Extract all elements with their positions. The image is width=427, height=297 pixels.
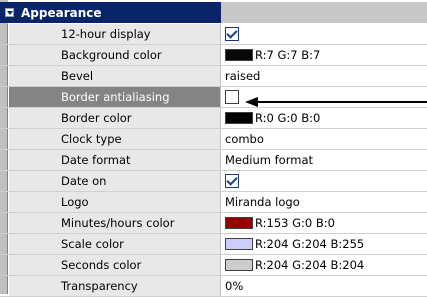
color-swatch[interactable] [225,259,253,271]
property-value-cell[interactable]: R:204 G:204 B:204 [221,255,427,275]
property-name-label: Clock type [61,132,122,146]
property-value-cell[interactable]: combo [221,129,427,149]
property-value-text: Medium format [225,153,314,167]
color-value-text: R:7 G:7 B:7 [255,48,321,62]
property-row-logo[interactable]: Logo Miranda logo [0,192,427,213]
property-row-clock-type[interactable]: Clock type combo [0,129,427,150]
unchecked-checkbox[interactable] [225,90,239,104]
property-name-label: Border color [61,111,132,125]
property-row-minutes-hours-color[interactable]: Minutes/hours color R:153 G:0 B:0 [0,213,427,234]
property-row-12-hour-display[interactable]: 12-hour display [0,24,427,45]
left-arrow-pointer-icon [245,97,427,107]
property-name-cell[interactable]: Border color [9,108,221,128]
property-row-date-format[interactable]: Date format Medium format [0,150,427,171]
property-value-cell[interactable] [221,171,427,191]
property-row-bevel[interactable]: Bevel raised [0,66,427,87]
property-name-cell[interactable]: Bevel [9,66,221,86]
property-name-label: Date format [61,153,131,167]
property-row-border-color[interactable]: Border color R:0 G:0 B:0 [0,108,427,129]
property-name-label: Scale color [61,237,124,251]
property-row-scale-color[interactable]: Scale color R:204 G:204 B:255 [0,234,427,255]
property-name-cell[interactable]: Minutes/hours color [9,213,221,233]
group-title: Appearance [21,5,102,20]
property-name-cell[interactable]: 12-hour display [9,24,221,44]
property-value-cell[interactable]: raised [221,66,427,86]
checked-checkbox[interactable] [225,27,239,41]
property-name-label: Transparency [61,279,138,293]
property-name-cell[interactable]: Logo [9,192,221,212]
property-value-cell[interactable]: R:7 G:7 B:7 [221,45,427,65]
collapse-toggle-icon[interactable] [5,8,14,17]
property-name-label: Minutes/hours color [61,216,175,230]
property-value-text: combo [225,132,264,146]
property-name-cell[interactable]: Date on [9,171,221,191]
property-name-label: Date on [61,174,107,188]
property-name-cell[interactable]: Scale color [9,234,221,254]
group-header-label-cell[interactable]: Appearance [0,2,221,23]
color-value-text: R:153 G:0 B:0 [255,216,335,230]
group-header-value-cell [221,2,427,23]
color-swatch[interactable] [225,217,253,229]
property-name-label: Seconds color [61,258,142,272]
color-value-text: R:204 G:204 B:255 [255,237,365,251]
group-header-appearance[interactable]: Appearance [0,2,427,23]
property-row-date-on[interactable]: Date on [0,171,427,192]
property-grid: Appearance 12-hour display Background col… [0,0,427,297]
property-name-cell[interactable]: Border antialiasing [9,87,221,107]
color-value-text: R:204 G:204 B:204 [255,258,365,272]
property-row-seconds-color[interactable]: Seconds color R:204 G:204 B:204 [0,255,427,276]
property-value-cell[interactable]: R:204 G:204 B:255 [221,234,427,254]
color-swatch[interactable] [225,112,253,124]
property-name-label: Logo [61,195,89,209]
property-name-label: Border antialiasing [61,90,170,104]
property-value-cell[interactable]: R:0 G:0 B:0 [221,108,427,128]
property-name-cell[interactable]: Background color [9,45,221,65]
property-value-text: 0% [225,279,244,293]
property-name-label: Bevel [61,69,94,83]
property-name-cell[interactable]: Date format [9,150,221,170]
property-rows: 12-hour display Background color R:7 G:7 B… [0,24,427,297]
property-value-cell[interactable]: R:153 G:0 B:0 [221,213,427,233]
property-value-cell[interactable]: 0% [221,276,427,296]
property-name-cell[interactable]: Clock type [9,129,221,149]
property-name-cell[interactable]: Transparency [9,276,221,296]
color-value-text: R:0 G:0 B:0 [255,111,321,125]
color-swatch[interactable] [225,49,253,61]
property-name-cell[interactable]: Seconds color [9,255,221,275]
property-name-label: Background color [61,48,162,62]
property-value-cell[interactable]: Medium format [221,150,427,170]
property-value-cell[interactable]: Miranda logo [221,192,427,212]
property-value-cell[interactable] [221,24,427,44]
property-value-text: Miranda logo [225,195,300,209]
checked-checkbox[interactable] [225,174,239,188]
color-swatch[interactable] [225,238,253,250]
property-row-background-color[interactable]: Background color R:7 G:7 B:7 [0,45,427,66]
property-name-label: 12-hour display [61,27,151,41]
property-value-text: raised [225,69,261,83]
